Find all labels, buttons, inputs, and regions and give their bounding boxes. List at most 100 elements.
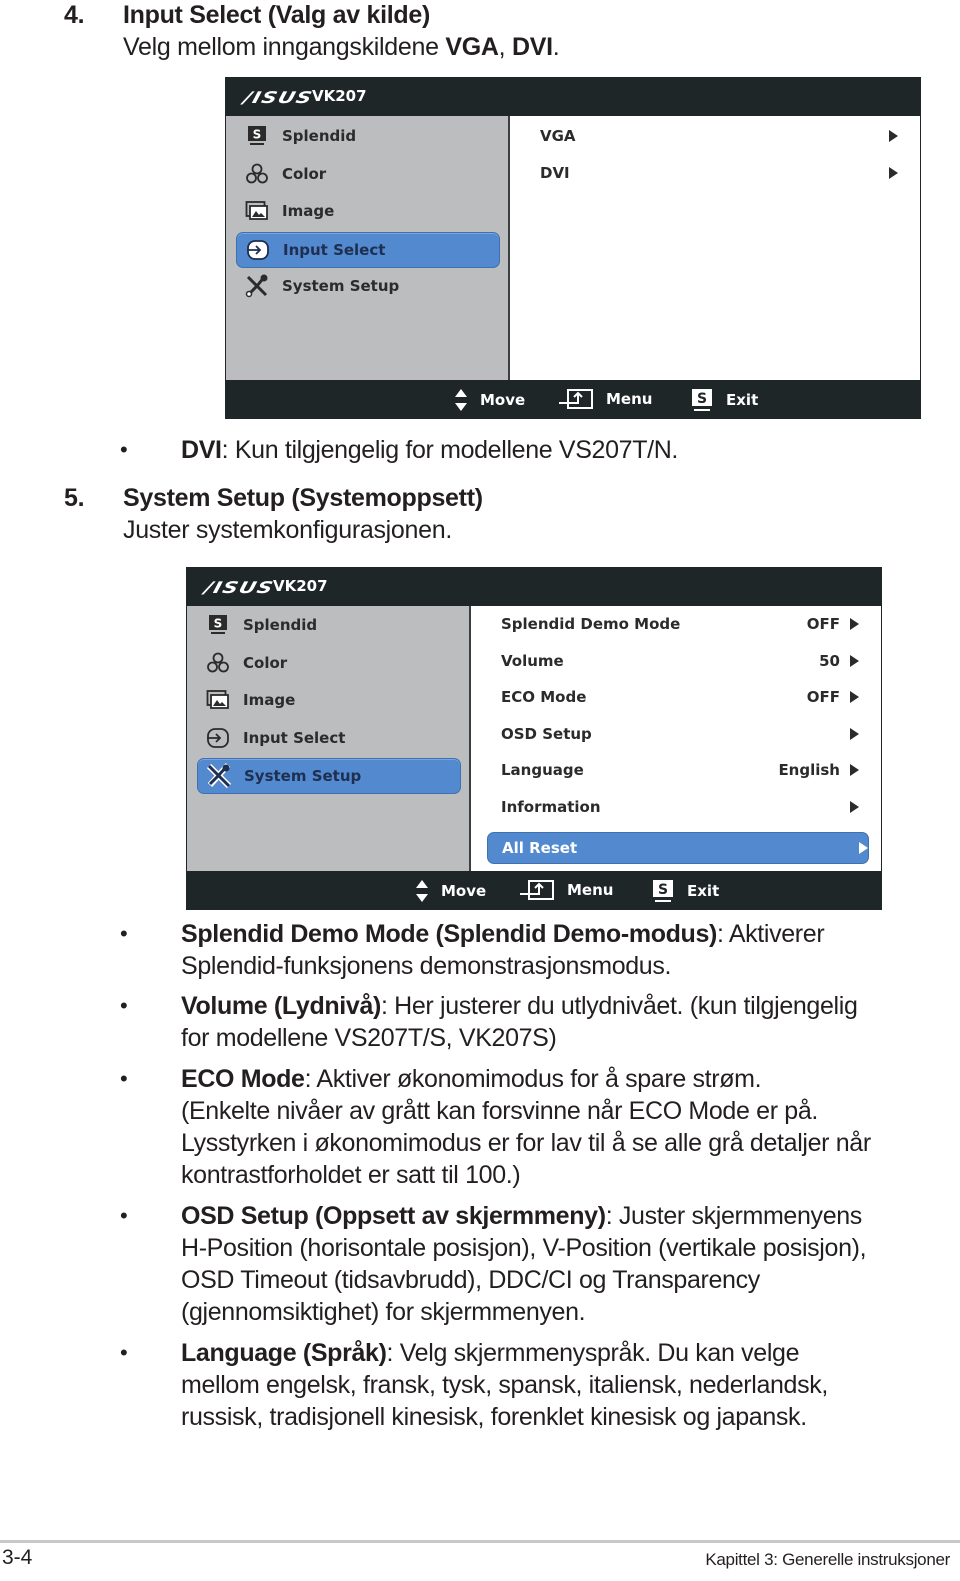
- osd-option-osd-setup[interactable]: OSD Setup: [501, 719, 859, 749]
- osd-option-vga[interactable]: VGA: [540, 121, 898, 151]
- osd-model-name: VK207: [312, 87, 367, 105]
- osd-option-label: Language: [501, 761, 584, 779]
- splendid-s-key-icon: S: [690, 388, 720, 412]
- osd-menu-item-color[interactable]: Color: [236, 157, 500, 191]
- triangle-right-icon: [859, 842, 868, 854]
- bullet-dot: •: [120, 993, 128, 1018]
- triangle-right-icon: [889, 130, 898, 142]
- up-down-arrows-icon: [454, 388, 474, 412]
- osd-option-splendid-demo-mode[interactable]: Splendid Demo Mode OFF: [501, 609, 859, 639]
- bullet-term: OSD Setup (Oppsett av skjermmeny): [181, 1202, 606, 1230]
- osd-menu-item-label: Color: [282, 164, 327, 183]
- bullet-line: Volume (Lydnivå): Her justerer du utlydn…: [181, 990, 858, 1022]
- osd-title-bar: /ISUS VK207: [226, 78, 920, 116]
- footer-move: Move: [454, 388, 525, 412]
- bullet-dvi-text: : Kun tilgjengelig for modellene VS207T/…: [221, 436, 679, 464]
- menu-return-icon: [519, 879, 561, 901]
- osd-menu-item-system-setup[interactable]: System Setup: [236, 269, 500, 303]
- wrench-screwdriver-icon: [206, 763, 232, 789]
- footer-menu-label: Menu: [567, 881, 614, 899]
- osd-option-value: OFF: [806, 615, 840, 633]
- rgb-color-icon: [205, 652, 231, 674]
- bullet-line: (Enkelte nivåer av grått kan forsvinne n…: [181, 1095, 818, 1127]
- triangle-right-icon: [850, 691, 859, 703]
- osd-option-value: English: [778, 761, 840, 779]
- osd-option-eco-mode[interactable]: ECO Mode OFF: [501, 682, 859, 712]
- bullet-dvi: DVI: Kun tilgjengelig for modellene VS20…: [181, 434, 678, 466]
- section-5-number: 5.: [64, 484, 85, 512]
- bullet-dvi-bold: DVI: [181, 436, 222, 464]
- section-4-description: Velg mellom inngangskildene VGA, DVI.: [123, 33, 560, 62]
- svg-text:S: S: [658, 882, 668, 898]
- osd-option-label: Information: [501, 797, 601, 816]
- osd-option-all-reset[interactable]: All Reset: [487, 832, 869, 864]
- bullet-text: : Velg skjermmenyspråk. Du kan velge: [386, 1339, 800, 1367]
- bullet-term: Language (Språk): [181, 1339, 387, 1367]
- osd-option-label: ECO Mode: [501, 688, 587, 706]
- osd-menu-item-label: System Setup: [282, 277, 400, 295]
- image-icon: [244, 200, 270, 222]
- osd-menu-item-input-select[interactable]: Input Select: [236, 231, 500, 268]
- osd-option-dvi[interactable]: DVI: [540, 158, 898, 188]
- bullet-text: for modellene VS207T/S, VK207S): [181, 1024, 557, 1052]
- osd-option-value: 50: [819, 651, 840, 670]
- bullet-dot: •: [120, 437, 128, 462]
- osd-menu-item-label: Splendid: [243, 616, 318, 634]
- bullet-text: russisk, tradisjonell kinesisk, forenkle…: [181, 1403, 807, 1431]
- section-4-number: 4.: [64, 1, 85, 29]
- section-5-description: Juster systemkonfigurasjonen.: [123, 516, 452, 544]
- osd-menu-item-label: Input Select: [283, 240, 386, 259]
- bullet-line: (gjennomsiktighet) for skjermmenyen.: [181, 1296, 586, 1328]
- rgb-color-icon: [244, 163, 270, 185]
- osd-main-menu: S Splendid Color Image Input Select System Se…: [187, 606, 471, 871]
- triangle-right-icon: [850, 727, 859, 740]
- desc-sep: ,: [498, 33, 512, 61]
- osd-menu-item-label: Image: [282, 202, 335, 220]
- footer-exit-label: Exit: [687, 882, 720, 900]
- osd-menu-item-splendid[interactable]: S Splendid: [197, 608, 461, 642]
- osd-menu-item-label: Image: [243, 691, 296, 709]
- bullet-line: OSD Setup (Oppsett av skjermmeny): Juste…: [181, 1200, 862, 1232]
- osd-option-label: Splendid Demo Mode: [501, 615, 681, 633]
- desc-vga: VGA: [445, 33, 499, 61]
- osd-title-bar: /ISUS VK207: [187, 568, 881, 606]
- desc-dvi: DVI: [511, 33, 553, 61]
- osd-menu-item-system-setup[interactable]: System Setup: [197, 758, 461, 794]
- osd-option-information[interactable]: Information: [501, 792, 859, 822]
- osd-system-setup-screenshot: /ISUS VK207 S Splendid Color Image Input Sel…: [186, 567, 882, 910]
- bullet-line: Lysstyrken i økonomimodus er for lav til…: [181, 1127, 871, 1159]
- splendid-s-icon: S: [205, 614, 231, 636]
- image-icon: [205, 689, 231, 711]
- bullet-text: (gjennomsiktighet) for skjermmenyen.: [181, 1298, 586, 1326]
- bullet-line: Splendid Demo Mode (Splendid Demo-modus)…: [181, 918, 825, 950]
- triangle-right-icon: [850, 654, 859, 667]
- bullet-term: Volume (Lydnivå): [181, 992, 381, 1020]
- osd-menu-item-color[interactable]: Color: [197, 646, 461, 680]
- footer-exit: S Exit: [690, 388, 758, 412]
- input-select-icon: [205, 727, 231, 749]
- bullet-text: OSD Timeout (tidsavbrudd), DDC/CI og Tra…: [181, 1266, 760, 1294]
- bullet-text: : Aktiver økonomimodus for å spare strøm…: [304, 1065, 762, 1093]
- osd-menu-item-input-select[interactable]: Input Select: [197, 721, 461, 755]
- footer-exit: S Exit: [651, 879, 719, 903]
- osd-menu-item-label: Input Select: [243, 728, 346, 747]
- osd-menu-item-image[interactable]: Image: [197, 683, 461, 717]
- footer-menu: Menu: [558, 388, 652, 410]
- footer-menu-label: Menu: [606, 390, 653, 408]
- osd-option-label: All Reset: [502, 839, 578, 857]
- bullet-dot: •: [120, 1340, 128, 1365]
- osd-menu-item-splendid[interactable]: S Splendid: [236, 119, 500, 153]
- section-5-title: System Setup (Systemoppsett): [123, 484, 483, 512]
- bullet-term: Splendid Demo Mode (Splendid Demo-modus): [181, 920, 718, 948]
- footer-exit-label: Exit: [726, 391, 759, 409]
- osd-menu-item-image[interactable]: Image: [236, 194, 500, 228]
- asus-logo: /ISUS: [202, 578, 277, 597]
- osd-input-select-screenshot: /ISUS VK207 S Splendid Color Image Input Sel…: [225, 77, 921, 419]
- osd-footer-bar: Move Menu S Exit: [187, 871, 881, 909]
- splendid-s-key-icon: S: [651, 879, 681, 903]
- triangle-right-icon: [850, 800, 859, 813]
- osd-footer-bar: Move Menu S Exit: [226, 380, 920, 418]
- triangle-right-icon: [850, 618, 859, 630]
- osd-option-volume[interactable]: Volume 50: [501, 646, 859, 676]
- osd-option-language[interactable]: Language English: [501, 755, 859, 785]
